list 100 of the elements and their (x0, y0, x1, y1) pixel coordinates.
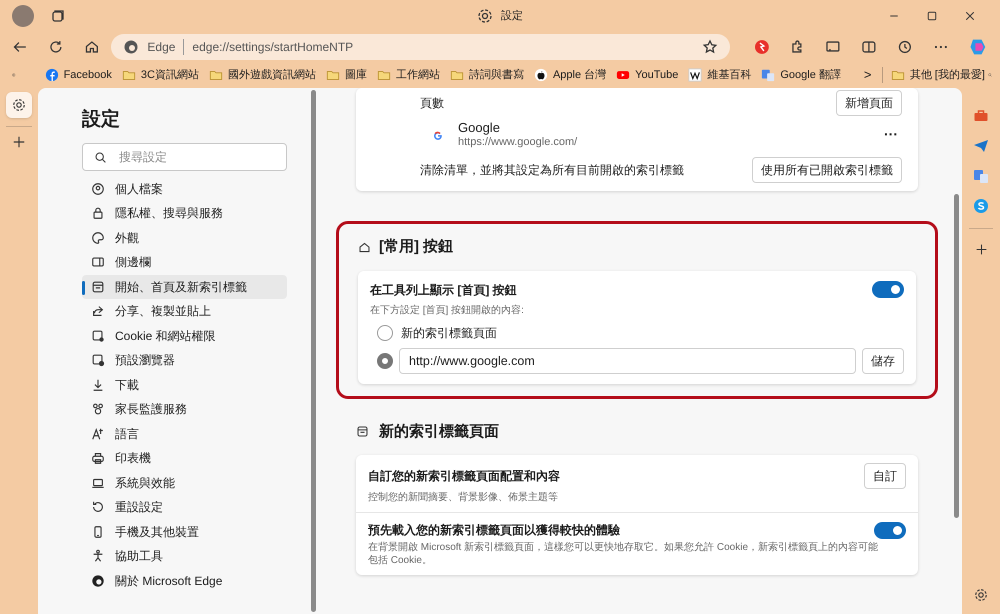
setting-label: 在工具列上顯示 [首頁] 按鈕 (370, 282, 517, 298)
edge-logo-icon (123, 39, 140, 55)
scrollbar-thumb[interactable] (954, 194, 959, 518)
more-bookmarks-chevron[interactable]: > (860, 65, 876, 85)
add-icon[interactable] (12, 135, 26, 149)
extension-logo-icon[interactable] (754, 39, 770, 55)
setting-label: 預先載入您的新索引標籤頁面以獲得較快的體驗 (368, 522, 620, 539)
settings-nav-item[interactable]: 協助工具 (82, 544, 287, 568)
close-icon[interactable] (964, 10, 976, 22)
history-icon[interactable] (896, 39, 913, 55)
profile-icon (91, 182, 105, 196)
address-bar[interactable]: Edge edge://settings/startHomeNTP (111, 34, 730, 60)
folder-icon (326, 68, 340, 82)
section-label: 頁數 (420, 95, 444, 112)
bookmark-item[interactable]: 圖庫 (320, 64, 372, 86)
settings-nav-item[interactable]: 關於 Microsoft Edge (82, 568, 287, 593)
settings-nav-item[interactable]: 預設瀏覽器 (82, 348, 287, 372)
setting-description: 在下方設定 [首頁] 按鈕開啟的內容: (370, 304, 525, 318)
toggle-switch[interactable] (872, 281, 904, 298)
settings-nav-item[interactable]: 側邊欄 (82, 250, 287, 274)
settings-nav-item[interactable]: 個人檔案 (82, 176, 287, 201)
settings-nav-item[interactable]: 系統與效能 (82, 470, 287, 495)
settings-nav-item[interactable]: 印表機 (82, 446, 287, 470)
section-title: 新的索引標籤頁面 (379, 422, 499, 442)
toolbox-icon[interactable] (973, 108, 989, 124)
settings-nav-item[interactable]: 家長監護服務 (82, 397, 287, 422)
w-letter-logo-icon (688, 68, 702, 82)
section-title: [常用] 按鈕 (379, 237, 454, 257)
url-input-field[interactable]: http://www.google.com (399, 348, 856, 374)
settings-nav-item[interactable]: 外觀 (82, 226, 287, 250)
browser-window-icon (91, 280, 105, 294)
settings-nav-item[interactable]: Cookie 和網站權限 (82, 324, 287, 348)
page-title: 設定 (82, 108, 121, 132)
bookmark-item[interactable]: Google 翻譯 (756, 64, 846, 86)
folder-icon (122, 68, 136, 82)
add-page-button[interactable]: 新增頁面 (836, 90, 902, 116)
family-icon (91, 402, 105, 416)
bookmark-item[interactable]: Apple 台灣 (528, 64, 612, 86)
language-icon (91, 426, 105, 441)
toggle-switch[interactable] (874, 522, 906, 538)
folder-icon (208, 68, 223, 82)
avatar[interactable] (12, 5, 34, 27)
settings-icon (12, 98, 26, 112)
settings-icon[interactable] (974, 588, 988, 602)
printer-icon (91, 451, 105, 466)
bookmark-item[interactable]: 詩詞與書寫 (444, 64, 529, 86)
refresh-icon[interactable] (48, 39, 64, 55)
download-icon (91, 378, 105, 392)
more-options-button[interactable]: ··· (884, 124, 898, 145)
page-name: Google (458, 120, 501, 135)
bookmark-item[interactable]: 國外遊戲資訊網站 (204, 64, 321, 86)
tabs-icon[interactable] (50, 8, 66, 24)
setting-label: 自訂您的新索引標籤頁面配置和內容 (368, 468, 560, 485)
home-icon[interactable] (84, 39, 100, 55)
search-field[interactable]: 搜尋設定 (82, 142, 287, 170)
settings-nav-item[interactable]: 重設設定 (82, 495, 287, 520)
use-open-tabs-button[interactable]: 使用所有已開啟索引標籤 (752, 157, 902, 183)
share-icon (91, 304, 105, 318)
add-icon[interactable] (974, 243, 988, 256)
edge-logo-icon (91, 574, 105, 588)
split-screen-icon[interactable] (860, 39, 877, 55)
favorite-star-icon[interactable] (702, 39, 718, 55)
browser-window-icon (356, 425, 369, 438)
bookmark-item[interactable]: 3C資訊網站 (116, 64, 204, 86)
apple-logo-icon (534, 68, 548, 82)
bookmark-item[interactable]: Facebook (40, 64, 117, 86)
sidebar-icon (91, 255, 105, 270)
settings-nav-item[interactable]: 分享、複製並貼上 (82, 299, 287, 324)
settings-tab-button[interactable] (6, 92, 32, 118)
maximize-icon[interactable] (926, 10, 938, 22)
s-circle-logo-icon[interactable] (973, 198, 989, 214)
radio-button[interactable] (377, 352, 393, 368)
settings-nav-item[interactable]: 隱私權、搜尋與服務 (82, 201, 287, 226)
option-label: 新的索引標籤頁面 (401, 324, 497, 342)
settings-nav-item[interactable]: 開始、首頁及新索引標籤 (82, 274, 287, 299)
bookmark-item[interactable]: 工作網站 (372, 64, 445, 86)
settings-nav-item[interactable]: 語言 (82, 422, 287, 446)
reset-icon (91, 500, 105, 514)
translate-icon[interactable] (973, 168, 989, 184)
folder-icon (450, 68, 464, 82)
bookmark-item[interactable]: 維基百科 (683, 64, 756, 86)
home-icon (358, 240, 371, 254)
settings-nav-item[interactable]: 下載 (82, 372, 287, 397)
save-button[interactable]: 儲存 (862, 348, 904, 374)
accessibility-icon (91, 549, 105, 564)
palette-icon (91, 230, 105, 245)
paper-plane-icon[interactable] (973, 138, 989, 154)
default-browser-icon (91, 353, 105, 368)
window-title: 設定 (501, 8, 523, 24)
setting-description: 控制您的新聞摘要、背景影像、佈景主題等 (368, 491, 559, 504)
scrollbar-thumb[interactable] (311, 90, 316, 612)
customize-button[interactable]: 自訂 (864, 463, 906, 489)
bookmark-folder[interactable]: 其他 [我的最愛] (888, 66, 988, 84)
radio-button[interactable] (377, 324, 393, 340)
lock-icon (91, 206, 105, 220)
video-play-icon (616, 68, 630, 82)
settings-nav-item[interactable]: 手機及其他裝置 (82, 520, 287, 544)
bookmark-item[interactable]: YouTube (611, 64, 684, 86)
folder-icon (890, 68, 905, 82)
google-logo-icon (432, 128, 444, 140)
